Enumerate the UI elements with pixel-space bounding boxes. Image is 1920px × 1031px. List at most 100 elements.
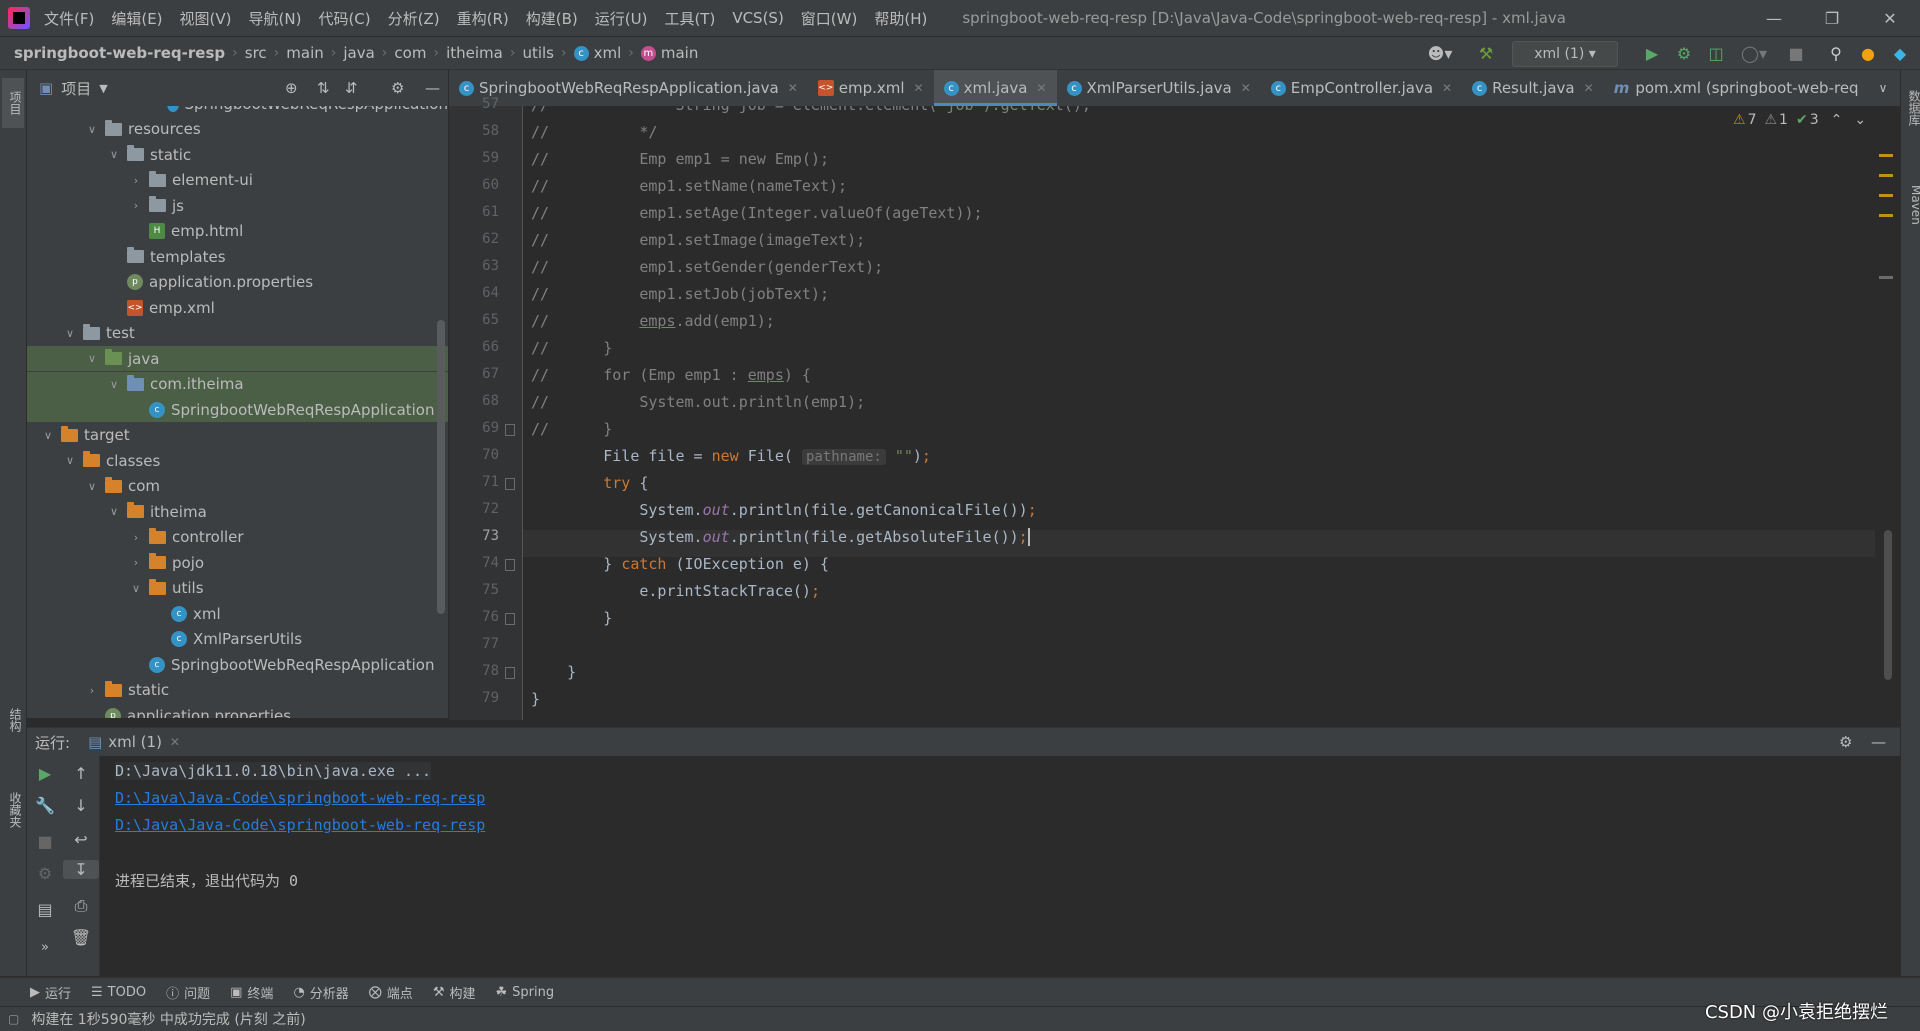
menu-item[interactable]: 文件(F): [44, 8, 94, 29]
chevron-down-icon[interactable]: ∨: [63, 327, 77, 340]
breadcrumb-item[interactable]: com: [394, 44, 426, 62]
chevron-down-icon[interactable]: ∨: [63, 454, 77, 467]
tree-node[interactable]: <> emp.xml: [27, 295, 448, 320]
print-icon[interactable]: ⎙: [63, 896, 99, 916]
tab-list-chevron-icon[interactable]: ∨: [1868, 70, 1898, 106]
tree-node[interactable]: c SpringbootWebReqRespApplication: [27, 652, 448, 677]
menu-item[interactable]: 重构(R): [457, 8, 509, 29]
tree-node[interactable]: ∨ test: [27, 321, 448, 346]
menu-item[interactable]: 导航(N): [249, 8, 302, 29]
close-tab-icon[interactable]: ✕: [1241, 81, 1251, 95]
chevron-right-icon[interactable]: ›: [129, 174, 143, 187]
menu-item[interactable]: 工具(T): [664, 8, 715, 29]
tree-node[interactable]: ∨ itheima: [27, 499, 448, 524]
next-highlight-icon[interactable]: ⌄: [1854, 112, 1866, 128]
hide-panel-icon[interactable]: —: [425, 79, 440, 97]
scroll-to-end-icon[interactable]: ↧: [63, 860, 99, 879]
menu-item[interactable]: 视图(V): [180, 8, 232, 29]
fold-icon[interactable]: [505, 478, 515, 490]
close-tab-icon[interactable]: ✕: [170, 735, 180, 749]
breadcrumb-item[interactable]: m main: [640, 44, 698, 62]
chevron-right-icon[interactable]: ›: [129, 199, 143, 212]
locate-icon[interactable]: ⊕: [285, 79, 298, 97]
coverage-icon[interactable]: ◫: [1702, 37, 1730, 69]
structure-tool-tab[interactable]: 结构: [2, 690, 24, 750]
terminal-tool-button[interactable]: ▣ 终端: [230, 983, 273, 1002]
editor-tab[interactable]: c SpringbootWebReqRespApplication.java ✕: [449, 70, 808, 106]
build-hammer-icon[interactable]: ⚒: [1472, 37, 1500, 69]
down-arrow-icon[interactable]: ↓: [63, 796, 99, 815]
tree-node[interactable]: c SpringbootWebReqRespApplication: [27, 397, 448, 422]
editor-tab[interactable]: c xml.java ✕: [933, 70, 1057, 106]
tree-node[interactable]: › pojo: [27, 550, 448, 575]
problems-tool-button[interactable]: ⓘ 问题: [166, 983, 210, 1002]
menu-item[interactable]: 帮助(H): [874, 8, 927, 29]
breadcrumb-item[interactable]: c xml: [573, 44, 621, 62]
debug-bug-icon[interactable]: ⚙: [27, 864, 63, 883]
tree-node[interactable]: c xml: [27, 601, 448, 626]
layout-icon[interactable]: ▤: [27, 900, 63, 919]
editor-scrollbar[interactable]: [1884, 530, 1892, 680]
breadcrumb-item[interactable]: main: [286, 44, 323, 62]
tree-node[interactable]: › static: [27, 678, 448, 703]
editor-tab[interactable]: c XmlParserUtils.java ✕: [1057, 70, 1261, 106]
breadcrumb-item[interactable]: utils: [522, 44, 554, 62]
fold-icon[interactable]: [505, 424, 515, 436]
run-config-select[interactable]: xml (1) ▾: [1512, 41, 1618, 67]
database-tool-tab[interactable]: 数据库: [1901, 78, 1920, 138]
tree-node[interactable]: ∨ resources: [27, 117, 448, 142]
close-tab-icon[interactable]: ✕: [1036, 81, 1046, 95]
chevron-down-icon[interactable]: ∨: [107, 148, 121, 161]
previous-highlight-icon[interactable]: ⌃: [1831, 112, 1843, 128]
gear-icon[interactable]: ⚙: [391, 79, 404, 97]
tree-node[interactable]: › controller: [27, 525, 448, 550]
chevron-right-icon[interactable]: ›: [85, 684, 99, 697]
spring-tool-button[interactable]: ☘ Spring: [495, 985, 554, 1000]
breadcrumb-item[interactable]: src: [245, 44, 267, 62]
editor-tab[interactable]: m pom.xml (springboot-web-req: [1604, 70, 1869, 106]
inspection-widget[interactable]: ⚠ 7 ⚠ 1 ✔ 3 ⌃ ⌄: [1733, 112, 1866, 128]
run-tab[interactable]: ▤ xml (1) ✕: [88, 733, 180, 751]
tree-node[interactable]: ∨ static: [27, 142, 448, 167]
tree-node[interactable]: c SpringbootWebReqRespApplication: [27, 106, 448, 116]
project-panel-title[interactable]: 项目: [61, 78, 91, 99]
close-tab-icon[interactable]: ✕: [1584, 81, 1594, 95]
maven-tool-tab[interactable]: Maven: [1901, 170, 1920, 240]
menu-item[interactable]: 运行(U): [595, 8, 648, 29]
rerun-icon[interactable]: ▶: [27, 764, 63, 783]
favorites-tool-tab[interactable]: 收藏夹: [2, 770, 24, 850]
tree-node[interactable]: ∨ com: [27, 474, 448, 499]
menu-item[interactable]: 窗口(W): [801, 8, 858, 29]
hide-panel-icon[interactable]: —: [1871, 733, 1886, 751]
close-tab-icon[interactable]: ✕: [788, 81, 798, 95]
menu-item[interactable]: 构建(B): [526, 8, 578, 29]
run-icon[interactable]: ▶: [1638, 37, 1666, 69]
chevron-down-icon[interactable]: ∨: [85, 352, 99, 365]
trash-icon[interactable]: 🗑: [63, 928, 99, 947]
breadcrumb-item[interactable]: itheima: [446, 44, 503, 62]
menu-item[interactable]: 分析(Z): [388, 8, 440, 29]
close-tab-icon[interactable]: ✕: [914, 81, 924, 95]
project-tool-tab[interactable]: 项目: [2, 78, 24, 128]
tree-node[interactable]: ∨ classes: [27, 448, 448, 473]
chevron-right-icon[interactable]: ›: [129, 556, 143, 569]
tree-node[interactable]: p application.properties: [27, 703, 448, 718]
tree-node[interactable]: templates: [27, 244, 448, 269]
update-icon[interactable]: ●: [1854, 37, 1882, 69]
console-link[interactable]: D:\Java\Java-Code\springboot-web-req-res…: [115, 789, 485, 807]
tree-node[interactable]: p application.properties: [27, 270, 448, 295]
chevron-right-icon[interactable]: ›: [129, 531, 143, 544]
tree-node[interactable]: ∨ com.itheima: [27, 371, 448, 397]
editor-tab[interactable]: c EmpController.java ✕: [1261, 70, 1462, 106]
breadcrumb-item[interactable]: java: [343, 44, 374, 62]
jetbrains-toolbox-icon[interactable]: ◆: [1886, 37, 1914, 69]
editor-tab[interactable]: <> emp.xml ✕: [808, 70, 934, 106]
endpoints-tool-button[interactable]: ⨂ 端点: [369, 983, 413, 1002]
fold-icon[interactable]: [505, 613, 515, 625]
chevron-down-icon[interactable]: ∨: [129, 582, 143, 595]
minimize-icon[interactable]: —: [1745, 0, 1803, 36]
debug-icon[interactable]: ⚙: [1670, 37, 1698, 69]
chevron-down-icon[interactable]: ∨: [107, 505, 121, 518]
tree-node[interactable]: ∨ target: [27, 423, 448, 448]
layout-toggle-icon[interactable]: ▢: [8, 1012, 19, 1026]
